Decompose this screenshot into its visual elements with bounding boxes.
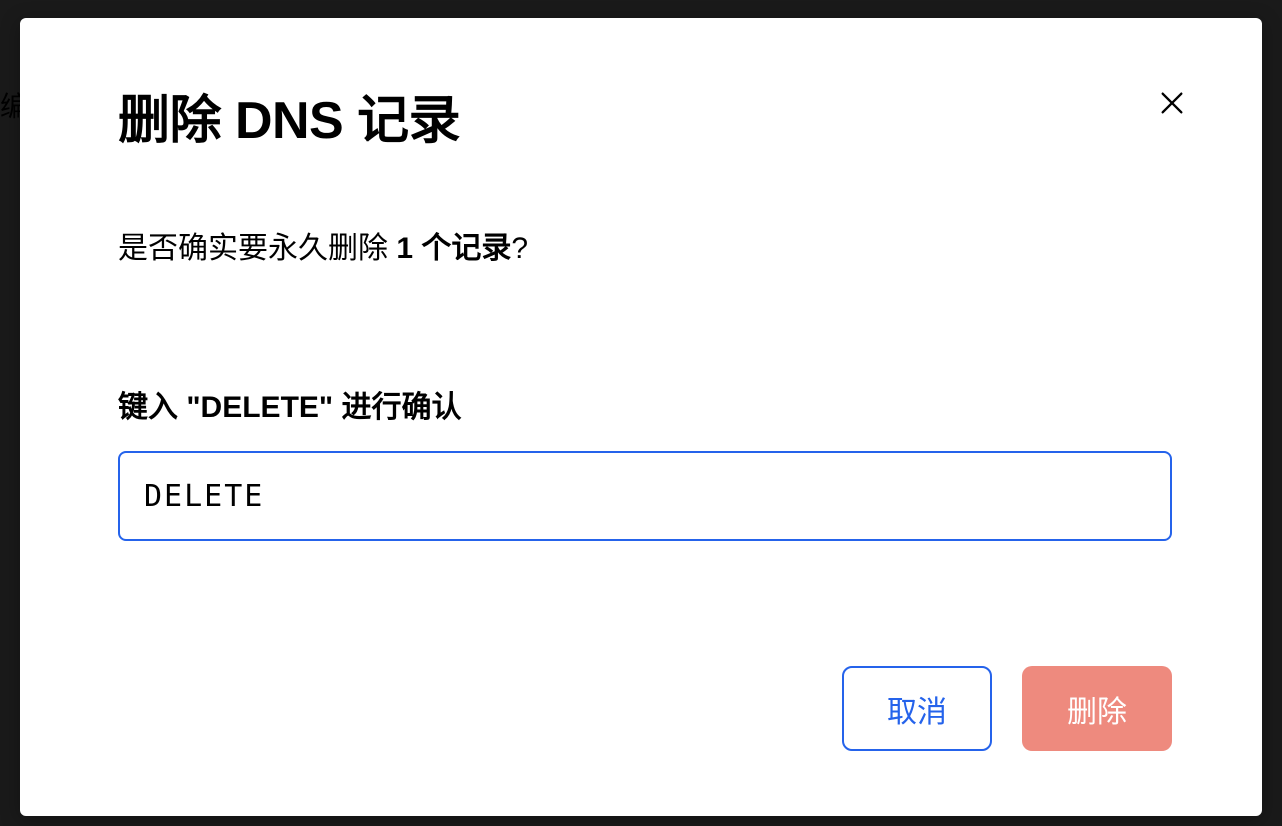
modal-header: 删除 DNS 记录: [118, 78, 1182, 153]
close-button[interactable]: [1152, 83, 1192, 123]
delete-dns-record-modal: 删除 DNS 记录 是否确实要永久删除 1 个记录? 键入 "DELETE" 进…: [20, 18, 1262, 816]
modal-actions: 取消 删除: [118, 666, 1182, 751]
cancel-button[interactable]: 取消: [842, 666, 992, 751]
delete-button[interactable]: 删除: [1022, 666, 1172, 751]
modal-title: 删除 DNS 记录: [118, 78, 1182, 153]
confirmation-prefix: 是否确实要永久删除: [118, 232, 396, 265]
confirmation-suffix: ?: [511, 232, 528, 265]
confirm-delete-input[interactable]: [118, 451, 1172, 541]
confirmation-count: 1 个记录: [396, 232, 511, 265]
close-icon: [1158, 89, 1186, 117]
confirm-input-label: 键入 "DELETE" 进行确认: [118, 382, 1182, 426]
confirmation-message: 是否确实要永久删除 1 个记录?: [118, 223, 1182, 267]
